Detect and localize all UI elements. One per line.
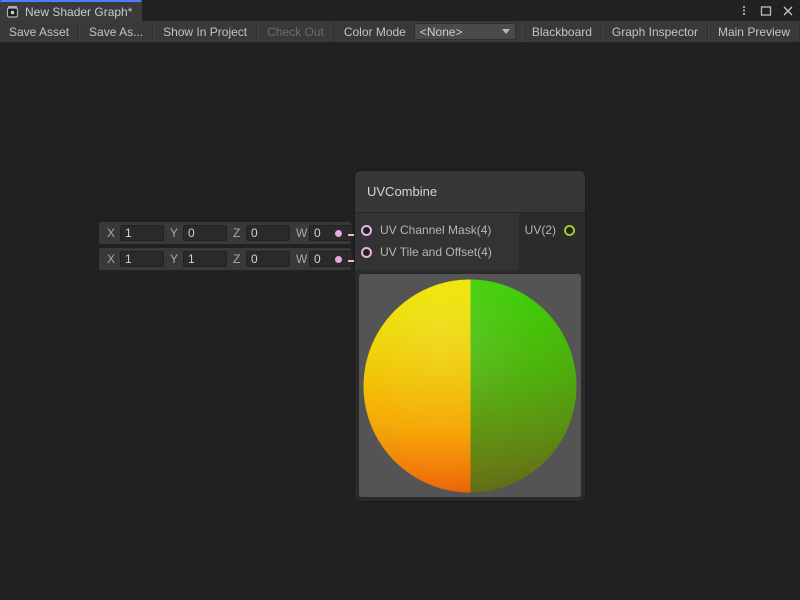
vector-axis-label: Y [170,227,183,239]
port-connector-icon[interactable] [361,225,372,236]
vector-field-x[interactable]: 1 [120,251,164,267]
vector-field-z[interactable]: 0 [246,225,290,241]
close-icon[interactable] [779,2,796,19]
vector-field-z[interactable]: 0 [246,251,290,267]
graph-toolbar: Save Asset Save As... Show In Project Ch… [0,21,800,43]
graph-inspector-button[interactable]: Graph Inspector [602,21,708,42]
vector-axis-label: Y [170,253,183,265]
vector-axis-label: Z [233,227,246,239]
vector-axis-label: W [296,227,309,239]
window-tab-bar: New Shader Graph* [0,0,800,21]
input-port-label: UV Tile and Offset(4) [380,246,492,258]
input-port-uv-channel-mask[interactable]: UV Channel Mask(4) [355,219,519,241]
kebab-menu-icon[interactable] [735,2,752,19]
vector-field-y[interactable]: 1 [183,251,227,267]
save-as-button[interactable]: Save As... [79,21,153,42]
input-port-label: UV Channel Mask(4) [380,224,491,236]
preview-surface[interactable] [359,274,581,497]
tab-label: New Shader Graph* [25,6,132,18]
output-port-label: UV(2) [525,224,556,236]
preview-sphere [364,279,577,492]
node-output-ports: UV(2) [519,213,585,270]
vector-field-w[interactable]: 0 [309,251,353,267]
chevron-down-icon [502,29,510,34]
color-mode-dropdown[interactable]: <None> [414,23,516,40]
graph-canvas[interactable]: X 1 Y 0 Z 0 W 0 X 1 Y 1 Z 0 W 0 UVCombin… [0,44,800,600]
vector-field-x[interactable]: 1 [120,225,164,241]
vector-axis-label: X [107,227,120,239]
node-preview[interactable] [355,270,585,501]
node-uvcombine[interactable]: UVCombine UV Channel Mask(4) UV Tile and… [355,171,585,501]
property-output-dot[interactable] [335,230,342,237]
preview-sphere-left-half [364,279,471,492]
vector-field-y[interactable]: 0 [183,225,227,241]
show-in-project-button[interactable]: Show In Project [153,21,257,42]
port-connector-icon[interactable] [564,225,575,236]
node-title: UVCombine [367,185,437,198]
vector-axis-label: Z [233,253,246,265]
color-mode-value: <None> [420,26,502,38]
blackboard-button[interactable]: Blackboard [522,21,602,42]
port-connector-icon[interactable] [361,247,372,258]
property-vector-rows: X 1 Y 0 Z 0 W 0 X 1 Y 1 Z 0 W 0 [99,222,351,274]
main-preview-button[interactable]: Main Preview [708,21,800,42]
node-input-ports: UV Channel Mask(4) UV Tile and Offset(4) [355,213,519,270]
input-port-uv-tile-and-offset[interactable]: UV Tile and Offset(4) [355,241,519,263]
vector-row[interactable]: X 1 Y 0 Z 0 W 0 [99,222,351,244]
shader-graph-asset-icon [6,5,19,18]
preview-sphere-right-half [470,279,577,492]
node-header[interactable]: UVCombine [355,171,585,213]
window-controls [735,1,796,20]
save-asset-button[interactable]: Save Asset [0,21,79,42]
color-mode-label: Color Mode [334,21,414,42]
vector-axis-label: X [107,253,120,265]
maximize-icon[interactable] [757,2,774,19]
tab-new-shader-graph[interactable]: New Shader Graph* [0,0,142,21]
vector-axis-label: W [296,253,309,265]
check-out-button: Check Out [257,21,334,42]
property-output-dot[interactable] [335,256,342,263]
output-port-uv[interactable]: UV(2) [519,219,585,241]
node-ports: UV Channel Mask(4) UV Tile and Offset(4)… [355,213,585,270]
vector-row[interactable]: X 1 Y 1 Z 0 W 0 [99,248,351,270]
vector-field-w[interactable]: 0 [309,225,353,241]
